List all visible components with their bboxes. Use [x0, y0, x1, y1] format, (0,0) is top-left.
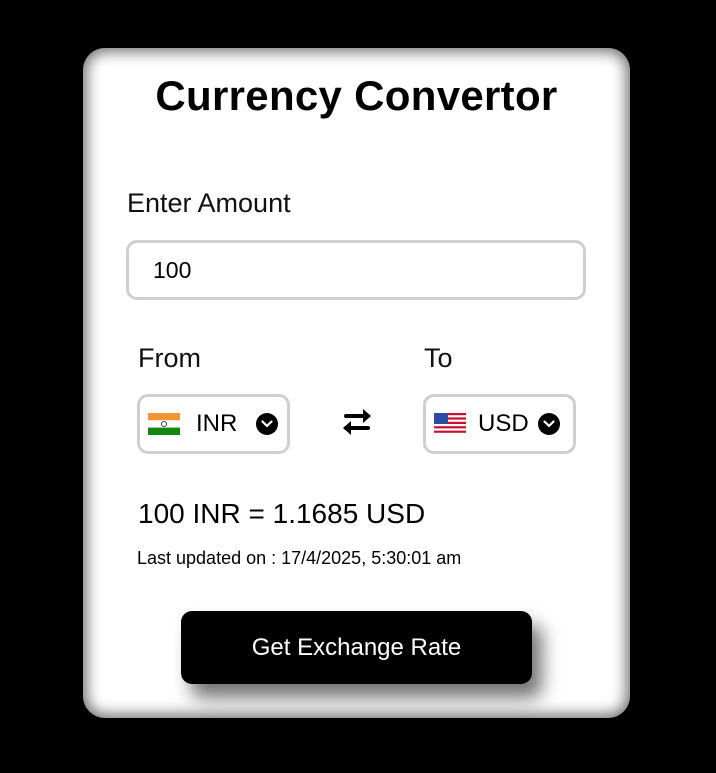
to-currency-code: USD [478, 410, 529, 437]
from-currency-code: INR [196, 410, 238, 437]
to-currency-select[interactable]: USD [423, 394, 576, 454]
conversion-result: 100 INR = 1.1685 USD [138, 498, 426, 529]
from-label: From [138, 343, 201, 373]
usa-flag-icon [434, 413, 466, 435]
swap-arrows-icon[interactable] [338, 405, 376, 439]
from-currency-select[interactable]: INR [137, 394, 290, 454]
get-exchange-rate-button[interactable]: Get Exchange Rate [181, 611, 532, 684]
to-label: To [424, 343, 453, 373]
chevron-down-icon [538, 413, 560, 435]
last-updated-text: Last updated on : 17/4/2025, 5:30:01 am [137, 548, 462, 568]
amount-input[interactable] [126, 240, 586, 300]
page-title: Currency Convertor [155, 72, 558, 119]
amount-label: Enter Amount [127, 188, 291, 218]
india-flag-icon [148, 413, 180, 435]
chevron-down-icon [256, 413, 278, 435]
converter-card: Currency Convertor Enter Amount From To … [83, 48, 630, 718]
